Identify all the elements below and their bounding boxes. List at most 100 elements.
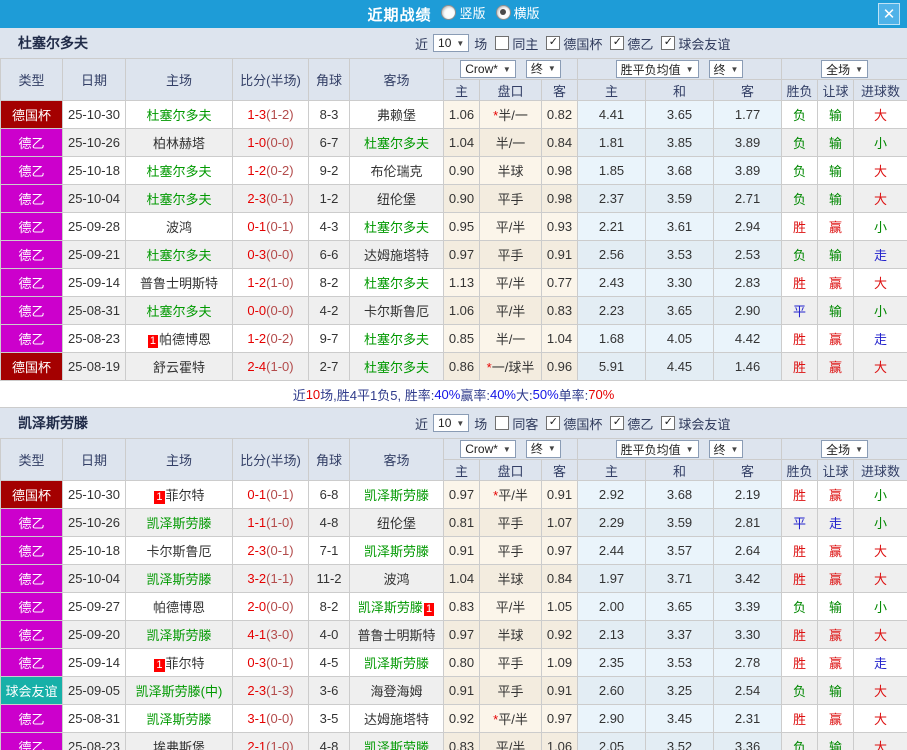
result-wdl-cell: 胜 — [781, 352, 819, 381]
close-button[interactable]: ✕ — [878, 3, 900, 25]
checkbox-label: 德乙 — [627, 416, 654, 432]
odds-company-select[interactable]: Crow* ▼ — [460, 440, 516, 459]
corners-cell: 9-2 — [308, 156, 350, 185]
radio-icon — [495, 5, 511, 20]
mean-win-cell: 1.68 — [577, 324, 647, 353]
odds-company-select[interactable]: Crow* ▼ — [460, 60, 516, 79]
filter-checkbox[interactable]: ✓ 德国杯 — [546, 34, 602, 53]
mean-win-cell: 2.21 — [577, 212, 647, 241]
layout-radio-vertical[interactable]: 竖版 — [441, 3, 486, 22]
date-cell: 25-08-31 — [62, 704, 126, 733]
fulltime-score: 0-3 — [247, 247, 267, 262]
team-name-text: 卡尔斯鲁厄 — [363, 304, 429, 319]
match-row: 德乙 25-10-26 凯泽斯劳滕 1-1(1-0) 4-8 纽伦堡 0.81 平手 1.07 2… — [0, 508, 907, 537]
scope-select[interactable]: 全场 ▼ — [821, 440, 869, 458]
home-team-cell: 帕德博恩 — [125, 592, 233, 621]
scope-select[interactable]: 全场 ▼ — [821, 60, 869, 78]
odds-company-select-value: Crow* — [465, 442, 498, 457]
away-team-cell: 凯泽斯劳滕 — [349, 732, 444, 750]
games-label: 场 — [474, 36, 488, 52]
result-handicap-cell: 赢 — [817, 324, 855, 353]
handicap-text: 平/半 — [495, 220, 526, 235]
mean-draw-cell: 3.25 — [645, 676, 715, 705]
mean-group-header: 胜平负均值 ▼ 终 ▼ — [577, 438, 783, 460]
match-count-select[interactable]: 10 ▼ — [433, 414, 470, 432]
home-odds-cell: 0.97 — [443, 240, 480, 269]
filter-checkbox[interactable]: ✓ 德国杯 — [546, 414, 602, 433]
handicap-text: 半/一 — [498, 108, 528, 123]
results-table: 类型 日期 主场 比分(半场) 角球 客场 Crow* ▼ 终 ▼ 胜平负均值 ▼ 终 ▼ 全场 ▼ 主盘口客主… — [0, 438, 907, 750]
mean-win-cell: 2.23 — [577, 296, 647, 325]
handicap-text: 一/球半 — [491, 360, 535, 375]
filter-checkbox[interactable]: ✓ 德乙 — [610, 414, 653, 433]
team-name-text: 菲尔特 — [165, 488, 205, 503]
odds-state-select-value: 终 — [530, 442, 543, 457]
halftime-score: (1-0) — [266, 359, 294, 374]
result-wdl-cell: 负 — [781, 128, 819, 157]
handicap-cell: 平/半 — [479, 296, 542, 325]
layout-radio-horizontal[interactable]: 横版 — [495, 3, 540, 22]
sub-column-header: 主 — [577, 459, 647, 481]
team-name-text: 杜塞尔多夫 — [146, 304, 212, 319]
checkbox-label: 球会友谊 — [678, 36, 731, 52]
result-wdl-cell: 负 — [781, 100, 819, 129]
date-cell: 25-10-26 — [62, 128, 126, 157]
sub-column-header: 和 — [645, 459, 715, 481]
chevron-down-icon: ▼ — [456, 418, 465, 428]
filter-checkbox[interactable]: ✓ 球会友谊 — [661, 414, 730, 433]
halftime-score: (1-1) — [266, 571, 294, 586]
mean-state-select[interactable]: 终 ▼ — [708, 60, 744, 78]
result-handicap-cell: 输 — [817, 240, 855, 269]
chevron-down-icon: ▼ — [685, 64, 694, 74]
summary-part: 50% — [532, 386, 559, 402]
result-handicap-cell: 输 — [817, 184, 855, 213]
match-row: 德乙 25-09-27 帕德博恩 2-0(0-0) 8-2 凯泽斯劳滕 1 0.83 平/半 1.… — [0, 592, 907, 621]
column-header: 比分(半场) — [232, 58, 309, 101]
home-team-cell: 波鸿 — [125, 212, 233, 241]
halftime-score: (1-0) — [266, 739, 294, 750]
mean-select[interactable]: 胜平负均值 ▼ — [615, 440, 699, 458]
mean-lose-cell: 1.46 — [713, 352, 783, 381]
away-team-cell: 凯泽斯劳滕 — [349, 536, 444, 565]
result-goals-cell: 大 — [853, 184, 907, 213]
match-count-select[interactable]: 10 ▼ — [433, 34, 470, 52]
home-odds-cell: 0.91 — [443, 536, 480, 565]
date-cell: 25-10-26 — [62, 508, 126, 537]
home-odds-cell: 0.80 — [443, 648, 480, 677]
odds-state-select[interactable]: 终 ▼ — [525, 439, 561, 458]
handicap-cell: *半/一 — [479, 100, 542, 129]
filter-checkbox[interactable]: 同主 — [495, 34, 538, 53]
mean-state-select[interactable]: 终 ▼ — [708, 440, 744, 458]
summary-part: 场,胜4平1负5, 胜率: — [320, 387, 435, 403]
away-team-cell: 杜塞尔多夫 — [349, 212, 444, 241]
home-team-cell: 杜塞尔多夫 — [125, 240, 233, 269]
league-cell: 德乙 — [0, 564, 63, 593]
halftime-score: (1-0) — [266, 515, 294, 530]
filter-checkbox[interactable]: ✓ 德乙 — [610, 34, 653, 53]
handicap-text: 平/半 — [495, 304, 526, 319]
mean-draw-cell: 4.05 — [645, 324, 715, 353]
fulltime-score: 2-1 — [247, 739, 267, 750]
column-header: 客场 — [349, 438, 444, 481]
corners-cell: 4-2 — [308, 296, 350, 325]
scope-select-value: 全场 — [826, 442, 851, 457]
mean-win-cell: 1.85 — [577, 156, 647, 185]
home-team-cell: 1 菲尔特 — [125, 480, 233, 509]
sub-column-header: 客 — [713, 79, 783, 101]
odds-state-select[interactable]: 终 ▼ — [525, 59, 561, 78]
fulltime-score: 1-0 — [247, 135, 267, 150]
result-goals-cell: 大 — [853, 100, 907, 129]
mean-draw-cell: 3.30 — [645, 268, 715, 297]
filter-checkbox[interactable]: 同客 — [495, 414, 538, 433]
mean-select[interactable]: 胜平负均值 ▼ — [615, 60, 699, 78]
result-handicap-cell: 赢 — [817, 352, 855, 381]
filter-checkbox[interactable]: ✓ 球会友谊 — [661, 34, 730, 53]
results-table: 类型 日期 主场 比分(半场) 角球 客场 Crow* ▼ 终 ▼ 胜平负均值 ▼ 终 ▼ 全场 ▼ 主盘口客主… — [0, 58, 907, 381]
sub-column-header: 客 — [540, 459, 579, 481]
checkbox-icon: ✓ — [661, 416, 676, 430]
mean-win-cell: 2.92 — [577, 480, 647, 509]
chevron-down-icon: ▼ — [730, 444, 739, 454]
away-odds-cell: 0.83 — [540, 296, 579, 325]
away-odds-cell: 1.09 — [540, 648, 579, 677]
team-name-text: 埃弗斯堡 — [152, 740, 205, 750]
